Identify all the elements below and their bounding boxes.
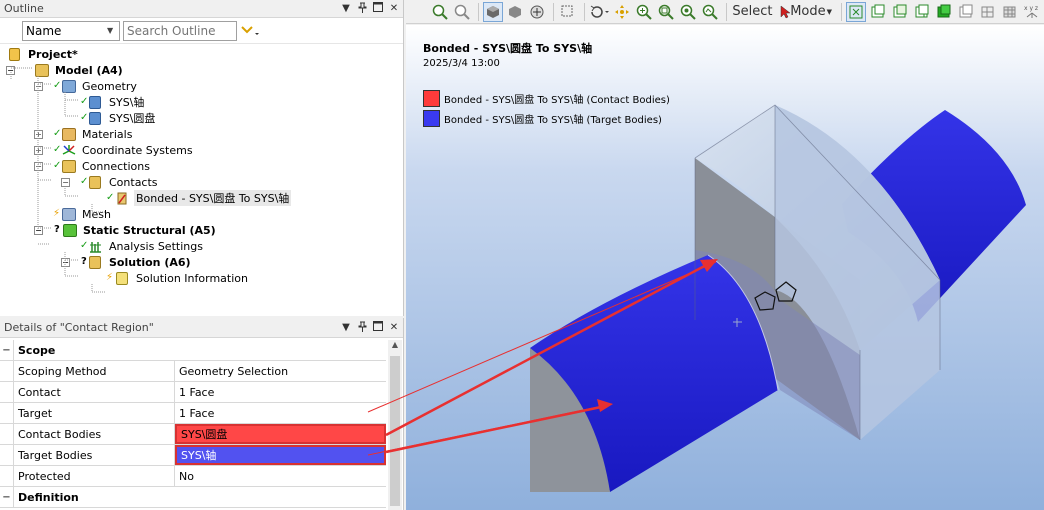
model-scene bbox=[367, 104, 1026, 492]
ansys-mechanical-window: Outline ▼ ✕ Name ▼ Project* bbox=[0, 0, 1044, 510]
